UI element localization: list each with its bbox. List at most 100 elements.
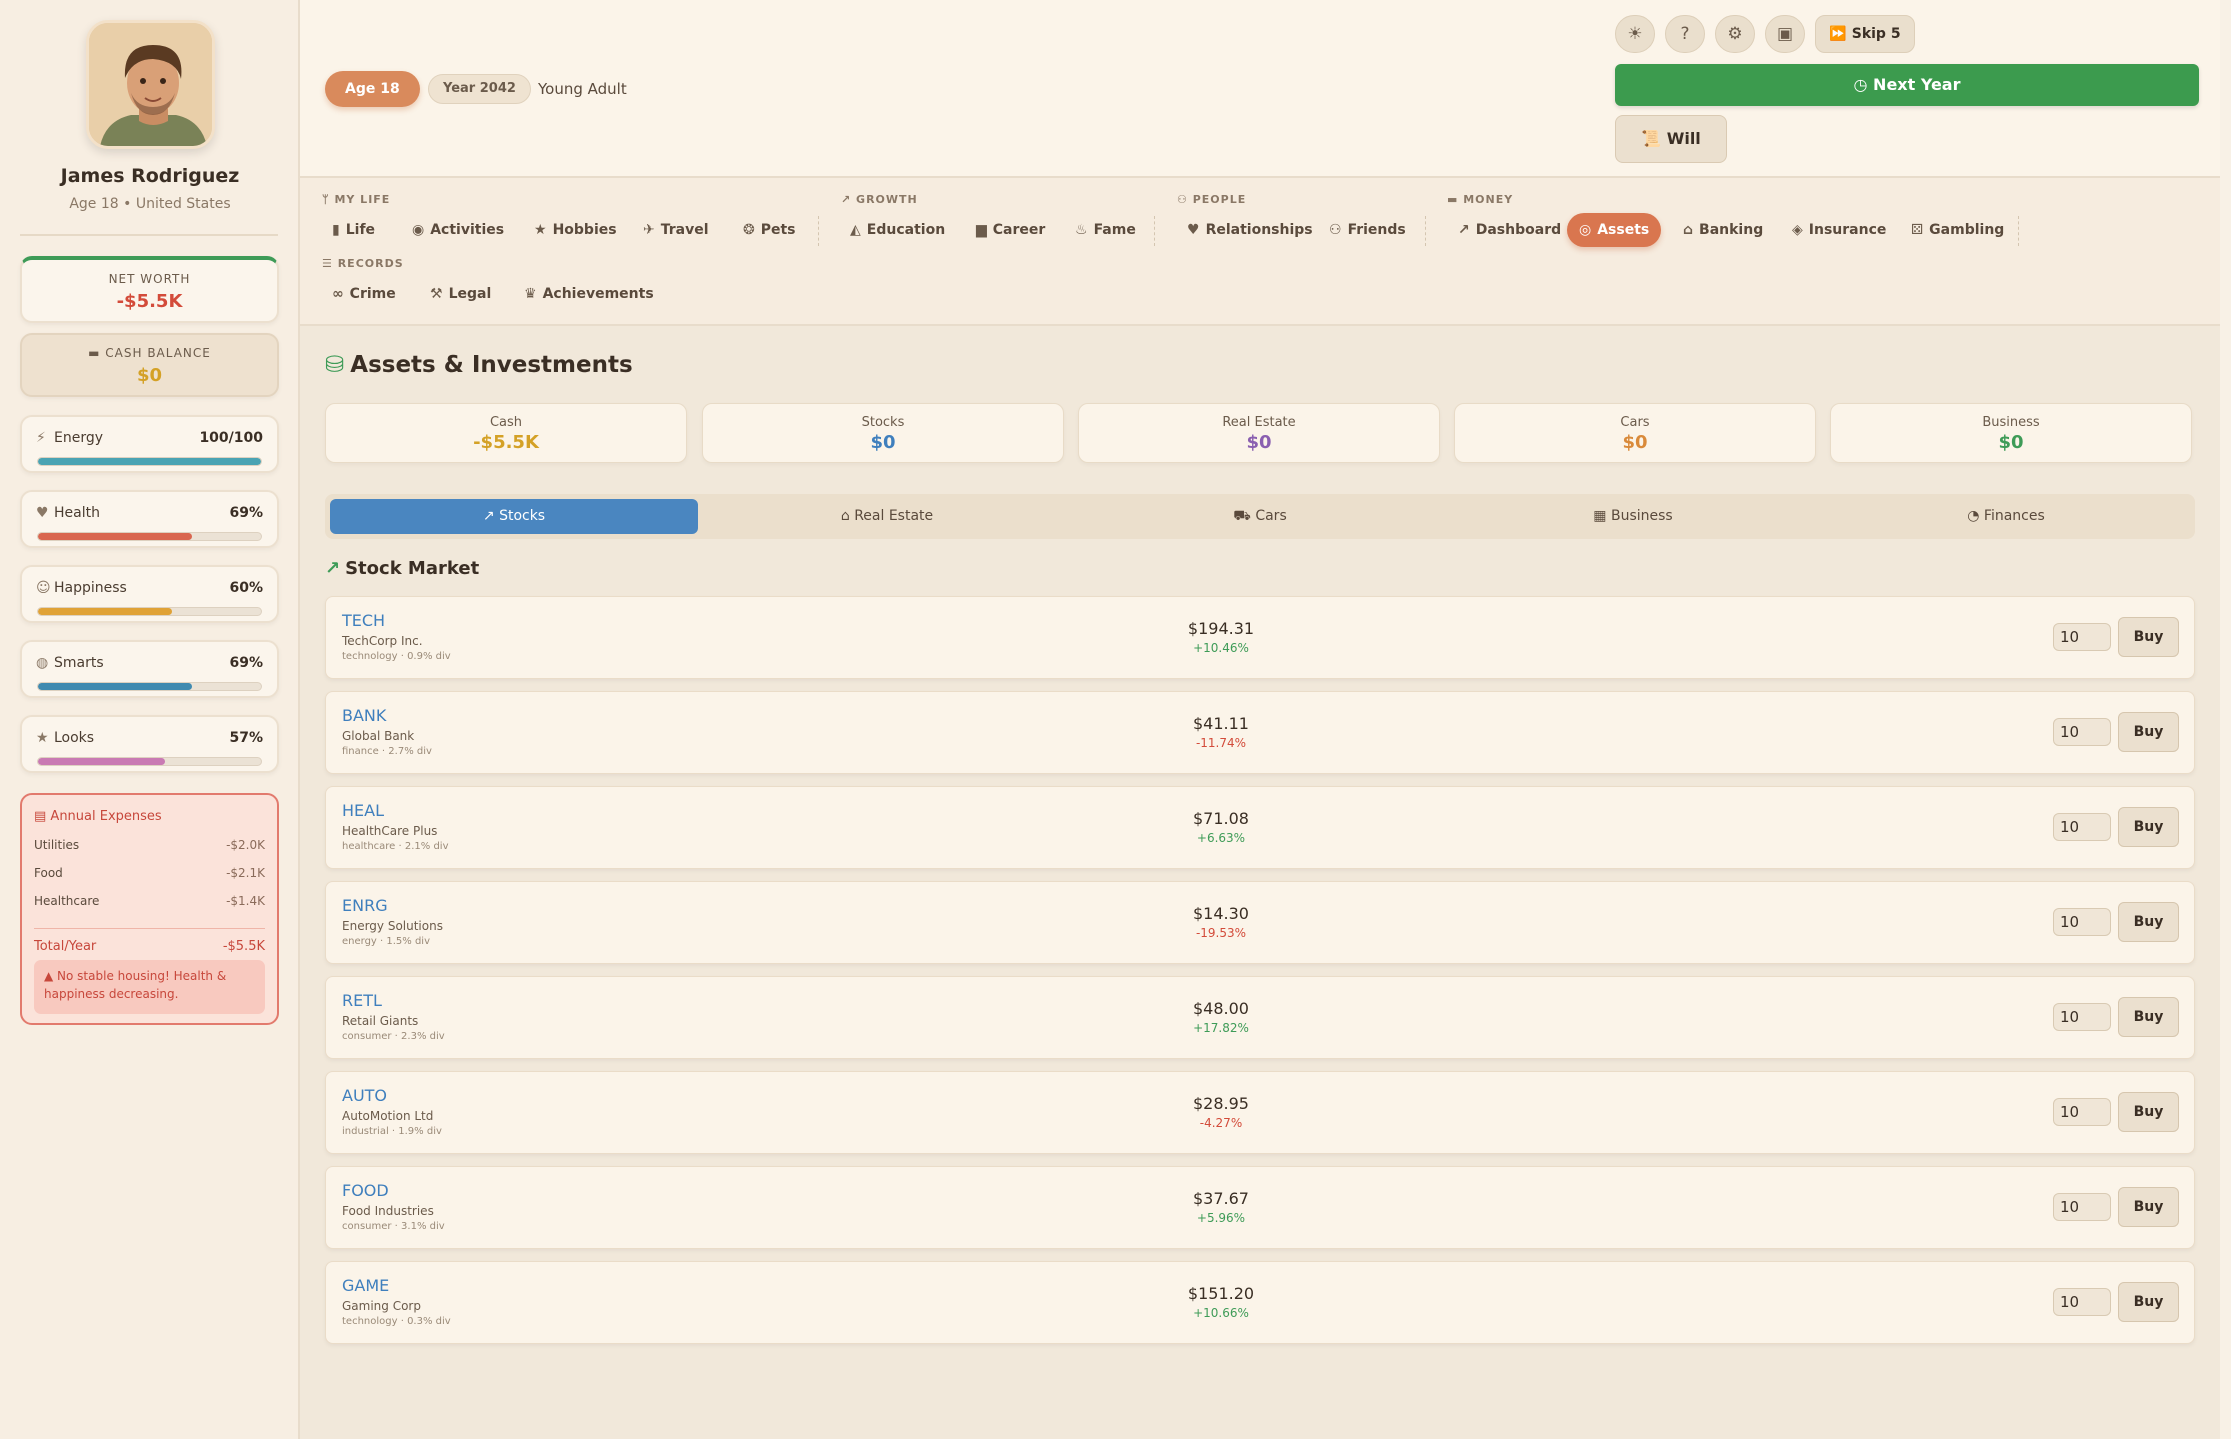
nav-item-legal[interactable]: ⚒ Legal — [418, 277, 503, 311]
list-icon: ☰ — [322, 257, 338, 270]
stock-change: +10.66% — [1193, 1306, 1249, 1320]
nav-item-fame[interactable]: ♨ Fame — [1063, 213, 1148, 247]
stock-change: -11.74% — [1195, 736, 1247, 750]
tab-finances[interactable]: ◔ Finances — [1822, 499, 2190, 534]
save-button[interactable]: ▣ — [1765, 15, 1805, 53]
nav-item-insurance[interactable]: ◈ Insurance — [1780, 213, 1898, 247]
buy-button[interactable]: Buy — [2118, 1282, 2179, 1322]
quantity-input[interactable]: 10 — [2053, 908, 2111, 936]
plane-icon: ✈ — [643, 222, 655, 238]
stock-symbol[interactable]: RETL — [342, 991, 382, 1010]
tab-real-estate[interactable]: ⌂ Real Estate — [703, 499, 1071, 534]
stat-looks-name: ★ Looks — [36, 730, 94, 746]
nav-item-travel[interactable]: ✈ Travel — [631, 213, 721, 247]
skip-5-label: Skip 5 — [1851, 26, 1901, 42]
quantity-input[interactable]: 10 — [2053, 718, 2111, 746]
buy-button[interactable]: Buy — [2118, 902, 2179, 942]
nav-item-pets[interactable]: ❂ Pets — [731, 213, 808, 247]
summary-value: -$5.5K — [473, 432, 539, 453]
tab-business[interactable]: ▦ Business — [1449, 499, 1817, 534]
stock-meta: finance · 2.7% div — [342, 746, 432, 757]
stock-symbol[interactable]: BANK — [342, 706, 386, 725]
receipt-icon: ▤ — [34, 809, 51, 824]
year-badge: Year 2042 — [428, 74, 531, 104]
assets-panel: ⛁ Assets & Investments Cash -$5.5K Stocks… — [300, 326, 2220, 1439]
expense-label: Healthcare — [34, 894, 100, 908]
quantity-input[interactable]: 10 — [2053, 813, 2111, 841]
will-button[interactable]: 📜 Will — [1615, 115, 1727, 163]
quantity-input[interactable]: 10 — [2053, 1003, 2111, 1031]
settings-button[interactable]: ⚙ — [1715, 15, 1755, 53]
tab-stocks[interactable]: ↗ Stocks — [330, 499, 698, 534]
people-icon: ⚇ — [1177, 193, 1193, 206]
skip-5-button[interactable]: ⏩ Skip 5 — [1815, 15, 1915, 53]
stat-health-name: ♥ Health — [36, 505, 100, 521]
stock-market-title-text: Stock Market — [345, 558, 480, 579]
expense-label: Food — [34, 866, 63, 880]
next-year-button[interactable]: ◷ Next Year — [1615, 64, 2199, 106]
stock-symbol[interactable]: FOOD — [342, 1181, 389, 1200]
quantity-input[interactable]: 10 — [2053, 623, 2111, 651]
nav-item-assets[interactable]: ◎ Assets — [1567, 213, 1662, 247]
nav-group-label: MONEY — [1463, 193, 1514, 206]
stock-symbol[interactable]: HEAL — [342, 801, 384, 820]
stat-happiness-label: Happiness — [54, 580, 127, 596]
stat-happiness-value: 60% — [229, 580, 263, 596]
car-icon: ⛟ — [1233, 508, 1256, 524]
nav-item-dashboard[interactable]: ↗ Dashboard — [1446, 213, 1573, 247]
quantity-input[interactable]: 10 — [2053, 1193, 2111, 1221]
stat-health-fill — [38, 533, 192, 540]
nav-item-achievements[interactable]: ♛ Achievements — [512, 277, 666, 311]
summary-cars: Cars $0 — [1454, 403, 1816, 463]
expense-amount: -$2.1K — [226, 866, 265, 880]
paw-icon: ❂ — [743, 222, 755, 238]
stock-row-bank: BANK Global Bank finance · 2.7% div $41.… — [325, 691, 2195, 774]
nav-group-my-life: ᛘ MY LIFE — [322, 193, 390, 206]
buy-button[interactable]: Buy — [2118, 617, 2179, 657]
buy-button[interactable]: Buy — [2118, 1092, 2179, 1132]
stock-company: TechCorp Inc. — [342, 634, 423, 648]
nav-item-crime[interactable]: ∞ Crime — [320, 277, 408, 311]
buy-button[interactable]: Buy — [2118, 807, 2179, 847]
stock-price: $14.30 — [1193, 904, 1249, 923]
stock-meta: healthcare · 2.1% div — [342, 841, 449, 852]
stat-energy-bar — [37, 457, 262, 466]
nav-item-education[interactable]: ◭ Education — [838, 213, 957, 247]
stock-company: Food Industries — [342, 1204, 434, 1218]
gamepad-icon: ◉ — [412, 222, 425, 238]
stat-energy-label: Energy — [54, 430, 104, 446]
buy-button[interactable]: Buy — [2118, 1187, 2179, 1227]
trophy-icon: ♛ — [524, 286, 537, 302]
quantity-input[interactable]: 10 — [2053, 1098, 2111, 1126]
nav-group-label: RECORDS — [337, 257, 404, 270]
nav-item-label: Banking — [1699, 222, 1764, 238]
nav-item-gambling[interactable]: ⚄ Gambling — [1899, 213, 2016, 247]
sidebar: James Rodriguez Age 18 • United States N… — [0, 0, 300, 1439]
nav-item-relationships[interactable]: ♥ Relationships — [1175, 213, 1325, 247]
stock-company: HealthCare Plus — [342, 824, 438, 838]
nav-item-friends[interactable]: ⚇ Friends — [1317, 213, 1418, 247]
buy-button[interactable]: Buy — [2118, 712, 2179, 752]
stat-happiness-bar — [37, 607, 262, 616]
nav-item-hobbies[interactable]: ★ Hobbies — [522, 213, 629, 247]
nav-divider — [1425, 216, 1426, 246]
quantity-input[interactable]: 10 — [2053, 1288, 2111, 1316]
nav-group-label: MY LIFE — [334, 193, 391, 206]
nav-item-activities[interactable]: ◉ Activities — [400, 213, 516, 247]
stock-symbol[interactable]: TECH — [342, 611, 385, 630]
stock-symbol[interactable]: ENRG — [342, 896, 388, 915]
nav-item-label: Achievements — [542, 286, 654, 302]
stock-symbol[interactable]: GAME — [342, 1276, 389, 1295]
tab-cars[interactable]: ⛟ Cars — [1076, 499, 1444, 534]
theme-toggle-button[interactable]: ☀ — [1615, 15, 1655, 53]
buy-button[interactable]: Buy — [2118, 997, 2179, 1037]
nav-item-life[interactable]: ▮ Life — [320, 213, 387, 247]
nav-divider — [2018, 216, 2019, 246]
expense-amount: -$1.4K — [226, 894, 265, 908]
sidebar-divider — [20, 234, 278, 236]
nav-item-career[interactable]: ▆ Career — [964, 213, 1057, 247]
stock-meta: consumer · 3.1% div — [342, 1221, 445, 1232]
stock-symbol[interactable]: AUTO — [342, 1086, 387, 1105]
nav-item-banking[interactable]: ⌂ Banking — [1671, 213, 1775, 247]
help-button[interactable]: ? — [1665, 15, 1705, 53]
